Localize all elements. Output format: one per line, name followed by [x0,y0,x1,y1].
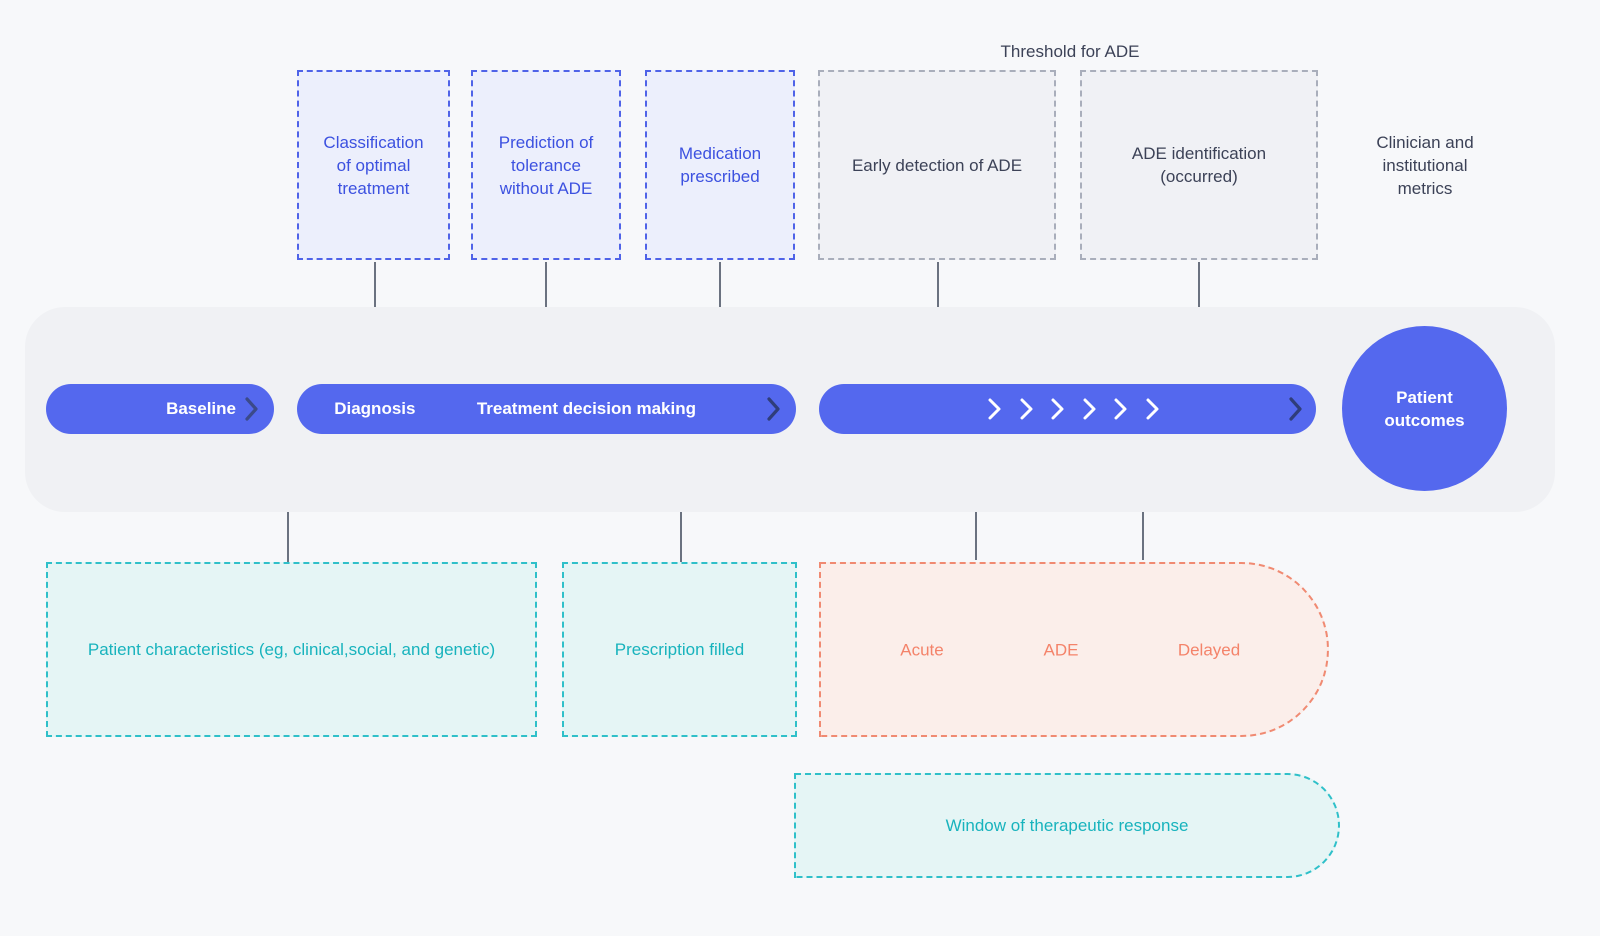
chevron-right-icon [1145,396,1161,422]
timeline-bar-baseline[interactable]: Baseline [46,384,274,434]
timeline-bar-diagnosis-treatment[interactable]: Diagnosis Treatment decision making [297,384,796,434]
top-box-ade-identification-occurred[interactable]: ADE identification (occurred) [1080,70,1318,260]
chevron-right-icon [1288,396,1304,422]
ade-phase-delayed: Delayed [1177,640,1241,659]
chevron-right-icon [1113,396,1129,422]
top-box-classification-of-optimal-treatment[interactable]: Classification of optimal treatment [297,70,450,260]
bar-label-diagnosis: Diagnosis [334,399,416,418]
ade-phase-acute: Acute [900,640,944,659]
bar-label-treatment-decision-making: Treatment decision making [476,399,696,418]
chevron-right-icon [1082,396,1098,422]
threshold-for-ade-label: Threshold for ADE [1000,41,1140,61]
clinician-institutional-metrics-label: Clinician and institutional metrics [1376,132,1474,198]
chevron-right-icon [1019,396,1035,422]
timeline-bar-ade-progression[interactable] [819,384,1316,434]
chevron-right-icon [244,396,260,422]
chevron-right-icon [987,396,1003,422]
top-box-prediction-of-tolerance-without-ade[interactable]: Prediction of tolerance without ADE [471,70,621,260]
chevron-right-icon [766,396,782,422]
footer-box-window-of-therapeutic-response[interactable]: Window of therapeutic response [794,773,1340,878]
top-box-early-detection-of-ade[interactable]: Early detection of ADE [818,70,1056,260]
bottom-box-prescription-filled[interactable]: Prescription filled [562,562,797,737]
top-box-medication-prescribed[interactable]: Medication prescribed [645,70,795,260]
ade-phase-ade: ADE [1043,640,1079,659]
chevron-right-icon [1050,396,1066,422]
diagram-canvas: Threshold for ADE Clinician and institut… [0,0,1600,936]
bottom-box-patient-characteristics[interactable]: Patient characteristics (eg, clinical,so… [46,562,537,737]
patient-outcomes-circle[interactable]: Patient outcomes [1342,326,1507,491]
bottom-box-ade-phases[interactable]: Acute ADE Delayed [819,562,1329,737]
bar-label-baseline: Baseline [166,399,236,418]
